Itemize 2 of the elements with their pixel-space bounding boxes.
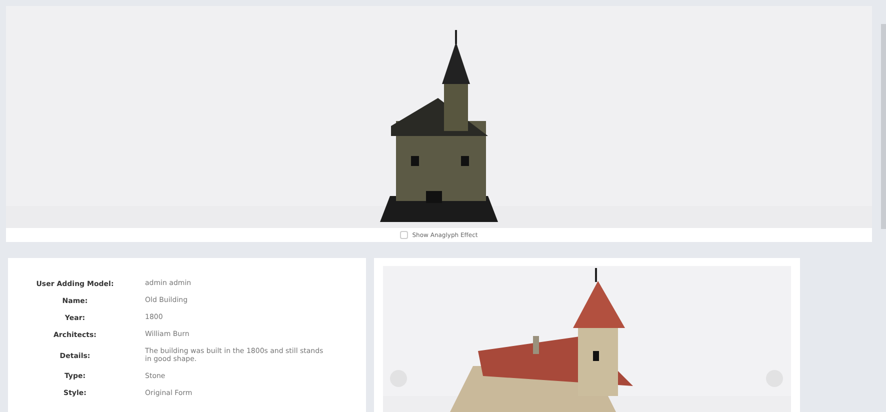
checkbox[interactable] [400, 231, 408, 239]
scrollbar[interactable] [881, 24, 886, 229]
